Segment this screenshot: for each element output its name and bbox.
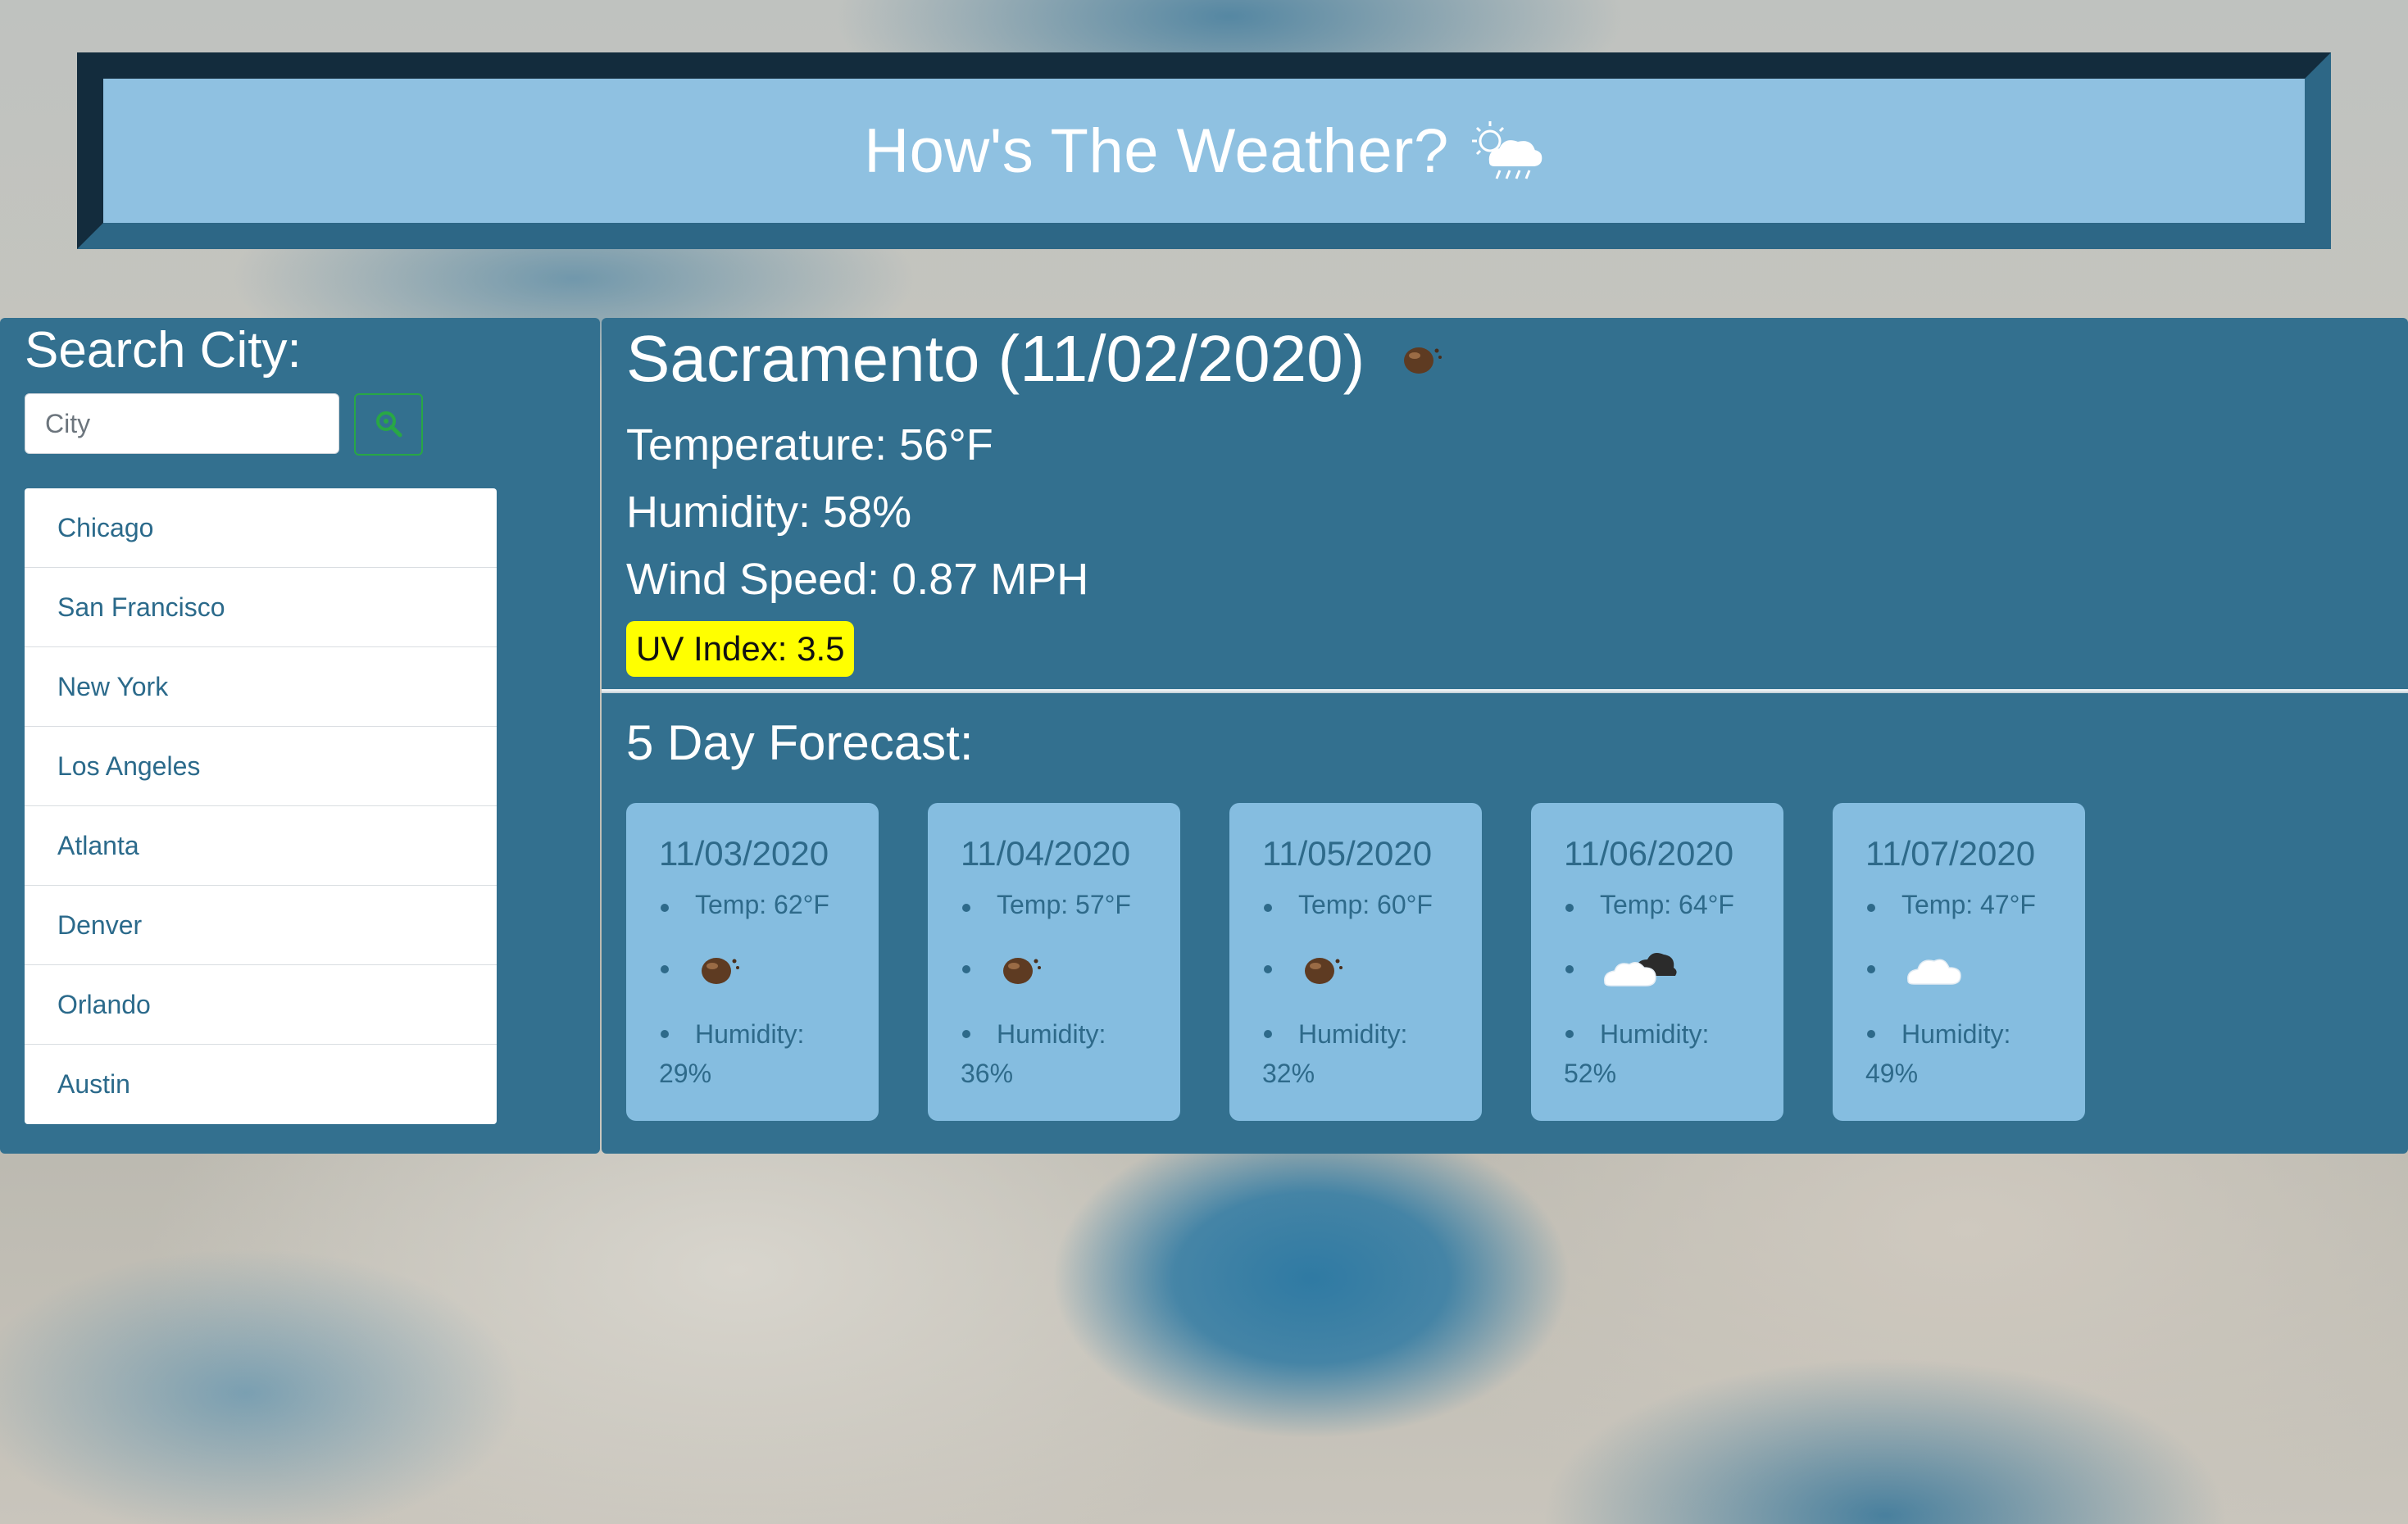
search-button[interactable] <box>354 393 423 456</box>
forecast-card: 11/04/2020 Temp: 57°F Humidity: 36% <box>928 803 1180 1121</box>
forecast-temp: Temp: 57°F <box>961 890 1180 929</box>
uv-index-badge: UV Index: 3.5 <box>626 621 855 677</box>
forecast-date: 11/04/2020 <box>961 834 1131 873</box>
haze-icon <box>1298 950 1344 989</box>
forecast-temp: Temp: 47°F <box>1865 890 2085 929</box>
current-humidity: Humidity: 58% <box>626 488 912 537</box>
city-item-denver[interactable]: Denver <box>25 886 497 965</box>
city-item-austin[interactable]: Austin <box>25 1045 497 1124</box>
forecast-humidity: Humidity: 52% <box>1564 1009 1783 1093</box>
current-wind-speed: Wind Speed: 0.87 MPH <box>626 555 1089 604</box>
haze-icon <box>1397 339 1443 379</box>
cloud-icon <box>1901 950 1967 989</box>
humidity-label: Humidity: <box>997 1019 1106 1049</box>
current-city-title-group: Sacramento (11/02/2020) <box>626 321 1443 397</box>
forecast-humidity: Humidity: 29% <box>659 1009 879 1093</box>
forecast-date: 11/06/2020 <box>1564 834 1734 873</box>
forecast-humidity: Humidity: 32% <box>1262 1009 1482 1093</box>
humidity-value: 52% <box>1564 1059 1617 1088</box>
broken-clouds-icon <box>1600 946 1679 992</box>
forecast-temp: Temp: 60°F <box>1262 890 1482 929</box>
forecast-card: 11/03/2020 Temp: 62°F Humidity: 29% <box>626 803 879 1121</box>
city-item-chicago[interactable]: Chicago <box>25 488 497 568</box>
city-item-orlando[interactable]: Orlando <box>25 965 497 1045</box>
forecast-icon-item <box>1564 929 1783 1009</box>
current-temperature: Temperature: 56°F <box>626 420 993 469</box>
forecast-temp: Temp: 64°F <box>1564 890 1783 929</box>
sun-cloud-rain-icon <box>1465 118 1544 184</box>
haze-icon <box>997 950 1043 989</box>
forecast-icon-item <box>659 929 879 1009</box>
humidity-value: 29% <box>659 1059 712 1088</box>
city-item-san-francisco[interactable]: San Francisco <box>25 568 497 647</box>
section-divider <box>602 689 2408 693</box>
city-item-los-angeles[interactable]: Los Angeles <box>25 727 497 806</box>
search-icon <box>375 410 402 440</box>
header-banner: How's The Weather? <box>77 52 2331 249</box>
humidity-value: 32% <box>1262 1059 1315 1088</box>
forecast-date: 11/03/2020 <box>659 834 829 873</box>
search-history-list: Chicago San Francisco New York Los Angel… <box>25 488 497 1124</box>
humidity-label: Humidity: <box>1298 1019 1408 1049</box>
forecast-icon-item <box>961 929 1180 1009</box>
humidity-value: 49% <box>1865 1059 1919 1088</box>
current-city-title: Sacramento (11/02/2020) <box>626 322 1365 395</box>
city-search-input[interactable] <box>25 393 339 454</box>
humidity-value: 36% <box>961 1059 1014 1088</box>
city-item-atlanta[interactable]: Atlanta <box>25 806 497 886</box>
city-item-new-york[interactable]: New York <box>25 647 497 727</box>
haze-icon <box>695 950 741 989</box>
forecast-humidity: Humidity: 49% <box>1865 1009 2085 1093</box>
forecast-icon-item <box>1262 929 1482 1009</box>
forecast-card: 11/06/2020 Temp: 64°F Humidity: 52% <box>1531 803 1783 1121</box>
app-title-group: How's The Weather? <box>864 116 1543 187</box>
forecast-card: 11/07/2020 Temp: 47°F Humidity: 49% <box>1833 803 2085 1121</box>
forecast-date: 11/05/2020 <box>1262 834 1433 873</box>
forecast-card: 11/05/2020 Temp: 60°F Humidity: 32% <box>1229 803 1482 1121</box>
search-label: Search City: <box>25 322 302 379</box>
forecast-date: 11/07/2020 <box>1865 834 2036 873</box>
forecast-icon-item <box>1865 929 2085 1009</box>
humidity-label: Humidity: <box>1600 1019 1710 1049</box>
humidity-label: Humidity: <box>695 1019 805 1049</box>
humidity-label: Humidity: <box>1901 1019 2011 1049</box>
forecast-temp: Temp: 62°F <box>659 890 879 929</box>
app-title: How's The Weather? <box>864 116 1449 186</box>
forecast-heading: 5 Day Forecast: <box>626 715 974 770</box>
forecast-humidity: Humidity: 36% <box>961 1009 1180 1093</box>
